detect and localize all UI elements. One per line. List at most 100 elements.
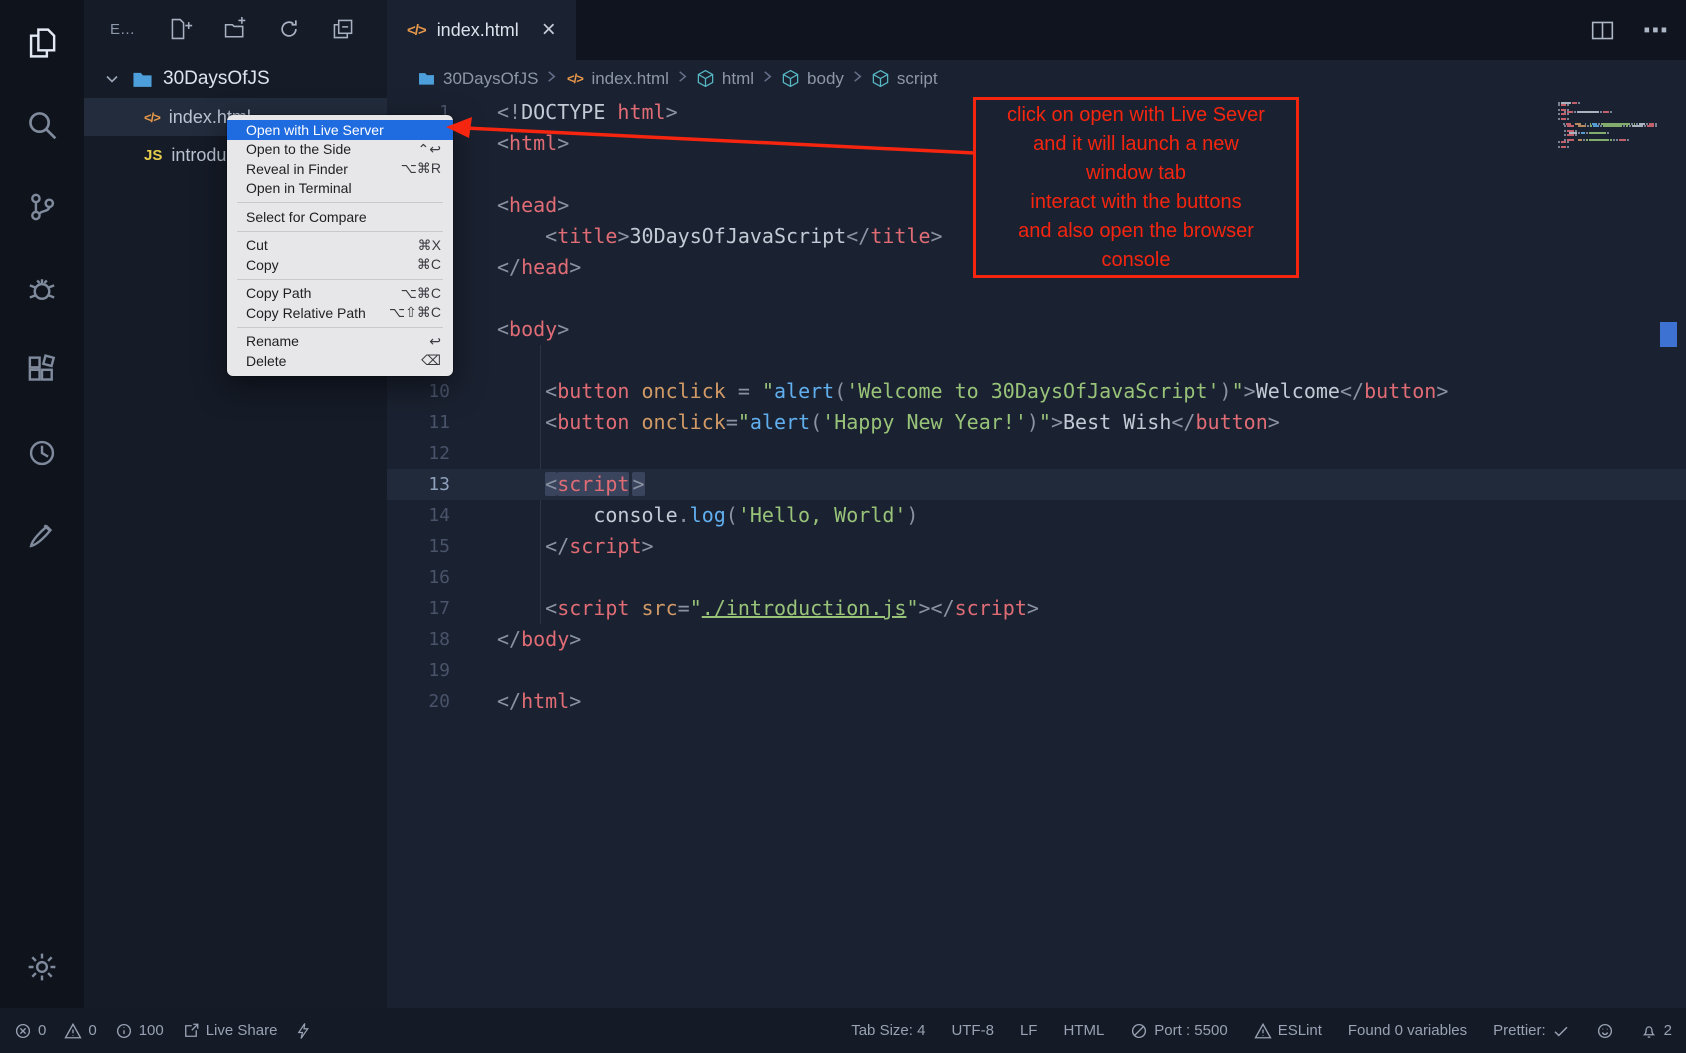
- menu-item-cut[interactable]: Cut⌘X: [227, 236, 453, 256]
- activity-source-control-button[interactable]: [25, 190, 59, 224]
- annotation-line: click on open with Live Sever: [1007, 101, 1265, 130]
- menu-item-copy-path[interactable]: Copy Path⌥⌘C: [227, 284, 453, 304]
- collapse-all-icon: [331, 17, 355, 41]
- line-number-16[interactable]: 16: [387, 562, 450, 593]
- code-line-12: [497, 438, 1686, 469]
- annotation-line: interact with the buttons: [1030, 188, 1241, 217]
- chevron-right-icon: [544, 69, 559, 89]
- breadcrumb-script[interactable]: script: [871, 69, 938, 89]
- status-bar: 00 100 Live Share Tab Size: 4 UTF-8 LF HTML Po…: [0, 1008, 1686, 1053]
- more-actions-button[interactable]: ⋯: [1643, 18, 1668, 43]
- activity-debug-button[interactable]: [25, 272, 59, 306]
- new-file-icon: [169, 17, 193, 41]
- activity-edit-session-button[interactable]: [25, 518, 59, 552]
- minimap-line: [1558, 146, 1658, 148]
- annotation-box: click on open with Live Severand it will…: [973, 97, 1299, 278]
- folder-icon: [417, 69, 436, 88]
- menu-item-reveal-in-finder[interactable]: Reveal in Finder⌥⌘R: [227, 159, 453, 179]
- breadcrumb-30daysofjs[interactable]: 30DaysOfJS: [417, 69, 538, 89]
- menu-item-open-with-live-server[interactable]: Open with Live Server: [227, 120, 453, 140]
- cube-icon: [696, 69, 715, 88]
- status-lf[interactable]: LF: [1020, 1022, 1038, 1039]
- minimap[interactable]: [1558, 102, 1658, 148]
- tabbar-actions: ⋯: [1590, 0, 1668, 60]
- chevron-right-icon: [675, 69, 690, 89]
- line-number-10[interactable]: 10: [387, 376, 450, 407]
- line-number-19[interactable]: 19: [387, 655, 450, 686]
- tab-bar: </> index.html × ⋯: [387, 0, 1686, 60]
- close-tab-icon[interactable]: ×: [542, 18, 556, 42]
- collapse-all-button[interactable]: [331, 17, 355, 41]
- line-number-20[interactable]: 20: [387, 686, 450, 717]
- menu-item-delete[interactable]: Delete⌫: [227, 351, 453, 371]
- activity-explorer-button[interactable]: [25, 26, 59, 60]
- status-smiley[interactable]: [1596, 1022, 1614, 1040]
- menu-label: Open with Live Server: [246, 122, 384, 138]
- edit-session-icon: [25, 518, 59, 552]
- new-file-button[interactable]: [169, 17, 193, 41]
- menu-shortcut: ⌥⌘C: [401, 285, 441, 302]
- menu-item-rename[interactable]: Rename↩: [227, 332, 453, 352]
- activity-settings-button[interactable]: [25, 950, 59, 984]
- menu-item-open-in-terminal[interactable]: Open in Terminal: [227, 179, 453, 199]
- breadcrumb-index-html[interactable]: </>index.html: [565, 69, 668, 89]
- breadcrumb-body[interactable]: body: [781, 69, 844, 89]
- tree-item-30daysofjs[interactable]: 30DaysOfJS: [84, 60, 387, 98]
- breadcrumb: 30DaysOfJS </>index.html html body script: [387, 60, 1686, 97]
- code-line-19: [497, 655, 1686, 686]
- status-label: Prettier:: [1493, 1022, 1546, 1039]
- status-html[interactable]: HTML: [1063, 1022, 1104, 1039]
- menu-item-copy-relative-path[interactable]: Copy Relative Path⌥⇧⌘C: [227, 303, 453, 323]
- chevron-right-icon: [760, 69, 775, 84]
- status-prettier[interactable]: Prettier:: [1493, 1022, 1570, 1040]
- breadcrumb-label: 30DaysOfJS: [443, 69, 538, 89]
- status-tab-size-4[interactable]: Tab Size: 4: [851, 1022, 925, 1039]
- status-warning[interactable]: ESLint: [1254, 1022, 1322, 1040]
- html-icon: </>: [565, 69, 584, 88]
- line-number-12[interactable]: 12: [387, 438, 450, 469]
- menu-item-copy[interactable]: Copy⌘C: [227, 255, 453, 275]
- line-number-17[interactable]: 17: [387, 593, 450, 624]
- menu-label: Rename: [246, 333, 299, 349]
- tab-index-html[interactable]: </> index.html ×: [387, 0, 576, 60]
- status-info[interactable]: 100: [115, 1022, 164, 1040]
- code-line-20: </html>: [497, 686, 1686, 717]
- line-number-15[interactable]: 15: [387, 531, 450, 562]
- status-label: 100: [139, 1022, 164, 1039]
- menu-shortcut: ⌘X: [418, 237, 441, 254]
- line-number-13[interactable]: 13: [387, 469, 450, 500]
- new-folder-icon: [223, 17, 247, 41]
- line-number-11[interactable]: 11: [387, 407, 450, 438]
- split-editor-button[interactable]: [1590, 18, 1615, 43]
- line-number-14[interactable]: 14: [387, 500, 450, 531]
- status-utf-8[interactable]: UTF-8: [951, 1022, 994, 1039]
- status-label: LF: [1020, 1022, 1038, 1039]
- history-icon: [25, 436, 59, 470]
- status-bell[interactable]: 2: [1640, 1022, 1672, 1040]
- menu-label: Open in Terminal: [246, 180, 352, 196]
- status-warning[interactable]: 0: [64, 1022, 96, 1040]
- status-found-0-variables[interactable]: Found 0 variables: [1348, 1022, 1467, 1039]
- bolt-icon: [295, 1022, 313, 1040]
- new-folder-button[interactable]: [223, 17, 247, 41]
- line-number-18[interactable]: 18: [387, 624, 450, 655]
- breadcrumb-html[interactable]: html: [696, 69, 754, 89]
- activity-search-button[interactable]: [25, 108, 59, 142]
- activity-extensions-button[interactable]: [25, 354, 59, 388]
- status-error[interactable]: 0: [14, 1022, 46, 1040]
- menu-item-open-to-the-side[interactable]: Open to the Side⌃↩: [227, 140, 453, 160]
- status-bolt[interactable]: [295, 1022, 313, 1040]
- status-slash[interactable]: Port : 5500: [1130, 1022, 1227, 1040]
- chevron-right-icon: [760, 69, 775, 89]
- settings-icon: [25, 950, 59, 984]
- menu-item-select-for-compare[interactable]: Select for Compare: [227, 207, 453, 227]
- status-label: Found 0 variables: [1348, 1022, 1467, 1039]
- vscode-window: E… 30DaysOfJS</>index.htmlJSintroduction…: [0, 0, 1686, 1053]
- chevron-right-icon: [544, 69, 559, 84]
- menu-separator: [237, 231, 443, 232]
- explorer-actions: [169, 17, 379, 41]
- refresh-button[interactable]: [277, 17, 301, 41]
- activity-history-button[interactable]: [25, 436, 59, 470]
- menu-shortcut: ⌫: [421, 352, 441, 369]
- status-live-share[interactable]: Live Share: [182, 1022, 278, 1040]
